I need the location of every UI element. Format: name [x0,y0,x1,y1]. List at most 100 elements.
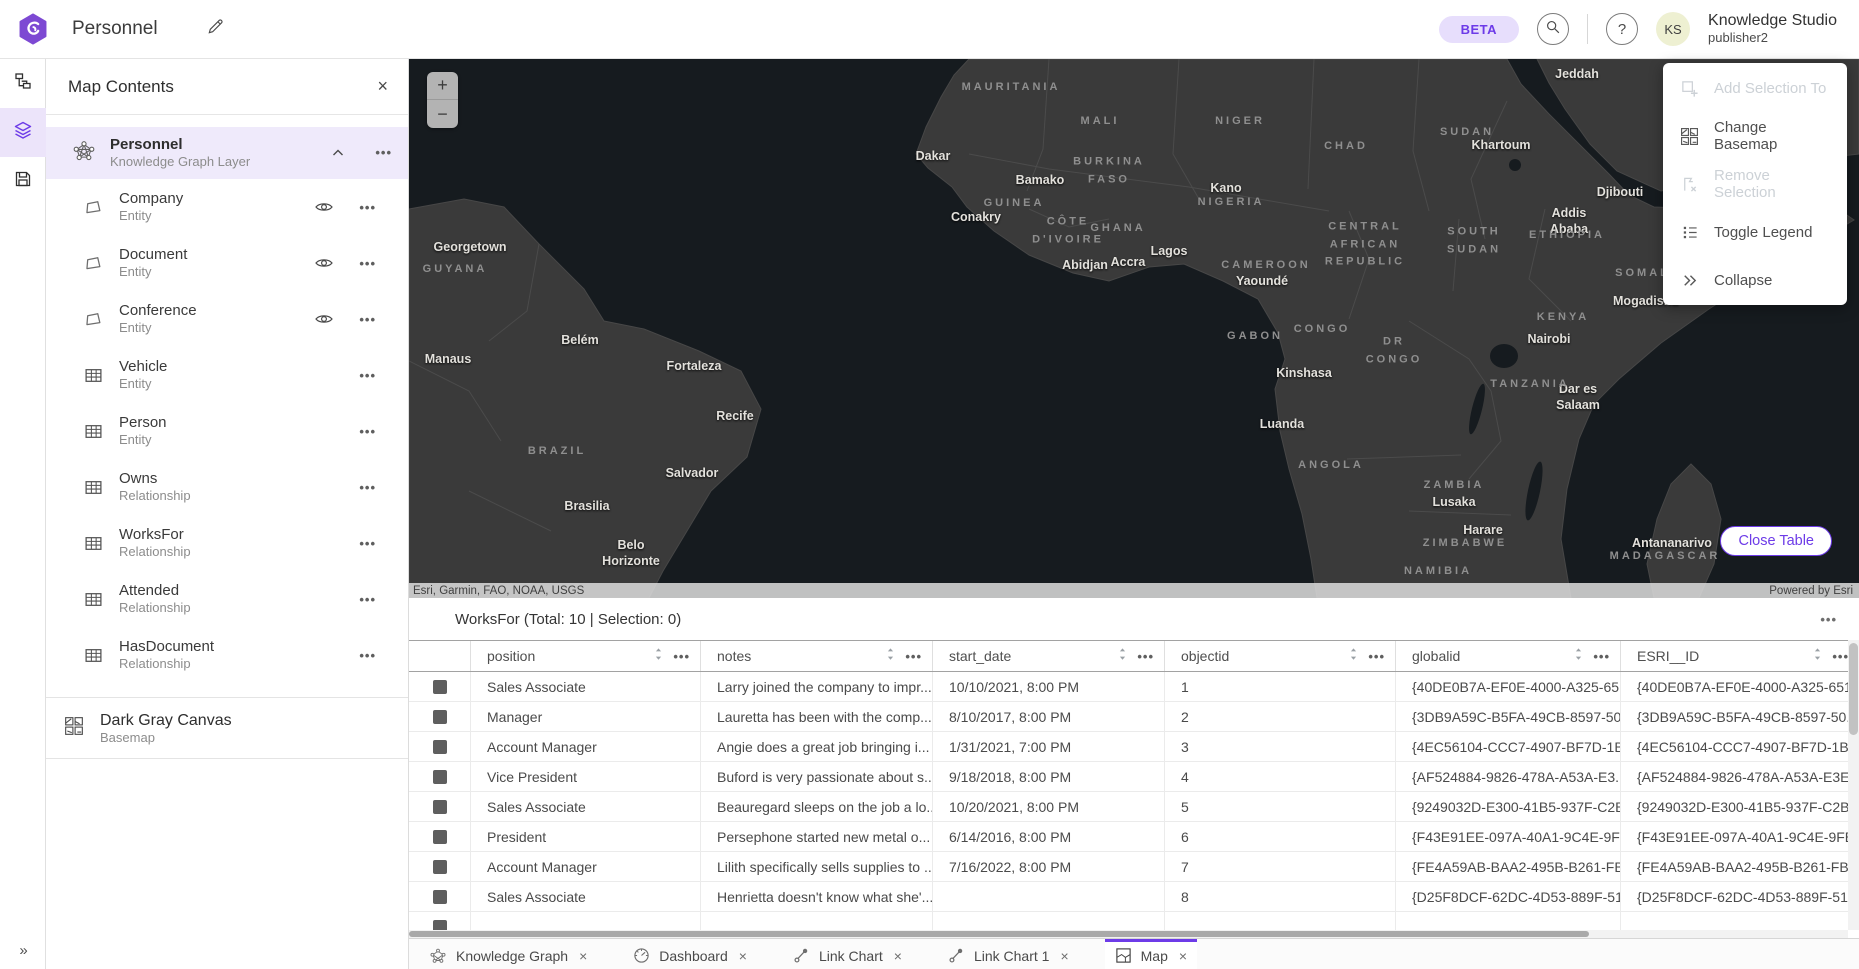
tab-knowledge-graph[interactable]: Knowledge Graph × [419,939,597,969]
table-row[interactable]: Manager Lauretta has been with the comp.… [409,702,1859,732]
row-checkbox[interactable] [433,890,447,904]
expand-rail-button[interactable]: » [0,935,46,965]
row-checkbox[interactable] [433,860,447,874]
account-name: Knowledge Studio [1708,12,1837,30]
layer-row-conference[interactable]: Conference Entity ••• [46,291,408,347]
menu-item-label: Change Basemap [1714,119,1830,153]
column-menu-icon[interactable]: ••• [1137,649,1154,664]
table-menu-icon[interactable]: ••• [1820,612,1837,627]
sort-icon[interactable] [1574,647,1583,666]
knowledge-studio-logo-icon[interactable] [16,12,50,46]
vertical-scrollbar[interactable] [1848,640,1859,930]
sort-icon[interactable] [1349,647,1358,666]
table-row[interactable]: Account Manager Lilith specifically sell… [409,852,1859,882]
row-checkbox[interactable] [433,740,447,754]
close-icon[interactable]: × [739,948,747,964]
sort-icon[interactable] [1118,647,1127,666]
sort-icon[interactable] [1813,647,1822,666]
table-row[interactable]: Sales Associate Beauregard sleeps on the… [409,792,1859,822]
layer-menu-icon[interactable]: ••• [359,648,376,663]
tab-dashboard[interactable]: Dashboard × [623,939,757,969]
zoom-in-button[interactable]: + [427,72,458,100]
data-model-tool[interactable] [0,59,46,108]
close-icon[interactable]: × [1179,948,1187,964]
edit-title-button[interactable] [206,17,225,41]
save-tool[interactable] [0,157,46,206]
sort-icon[interactable] [654,647,663,666]
table-row[interactable]: Sales Associate Larry joined the company… [409,672,1859,702]
column-menu-icon[interactable]: ••• [1593,649,1610,664]
layer-row-document[interactable]: Document Entity ••• [46,235,408,291]
close-icon[interactable]: × [1060,948,1068,964]
search-button[interactable] [1537,13,1569,45]
help-button[interactable]: ? [1606,13,1638,45]
column-header-position[interactable]: position ••• [470,641,700,671]
scrollbar-thumb[interactable] [409,931,1589,937]
table-row[interactable]: President Persephone started new metal o… [409,822,1859,852]
layer-menu-icon[interactable]: ••• [359,368,376,383]
layer-row-attended[interactable]: Attended Relationship ••• [46,571,408,627]
row-checkbox[interactable] [433,800,447,814]
layer-row-person[interactable]: Person Entity ••• [46,403,408,459]
account-info[interactable]: Knowledge Studio publisher2 [1708,12,1837,45]
layer-menu-icon[interactable]: ••• [359,536,376,551]
eye-icon[interactable] [314,253,334,278]
zoom-out-button[interactable]: − [427,100,458,128]
table-row[interactable]: Vice President Buford is very passionate… [409,762,1859,792]
close-icon[interactable]: × [894,948,902,964]
layer-menu-icon[interactable]: ••• [359,480,376,495]
tab-link-chart[interactable]: Link Chart × [783,939,912,969]
column-menu-icon[interactable]: ••• [1368,649,1385,664]
row-checkbox[interactable] [433,770,447,784]
tab-map[interactable]: Map × [1105,939,1197,969]
table-row[interactable]: Account Manager Angie does a great job b… [409,732,1859,762]
layer-menu-icon[interactable]: ••• [359,312,376,327]
basemap-name: Dark Gray Canvas [100,711,232,730]
group-name: Personnel [110,136,250,154]
layer-row-vehicle[interactable]: Vehicle Entity ••• [46,347,408,403]
close-table-button[interactable]: Close Table [1720,526,1832,556]
column-header-esri__id[interactable]: ESRI__ID ••• [1620,641,1859,671]
page-title: Personnel [72,18,158,40]
column-menu-icon[interactable]: ••• [1832,649,1849,664]
layers-tool[interactable] [0,108,46,157]
layer-row-owns[interactable]: Owns Relationship ••• [46,459,408,515]
layer-row-company[interactable]: Company Entity ••• [46,179,408,235]
tab-link-chart-1[interactable]: Link Chart 1 × [938,939,1079,969]
column-header-notes[interactable]: notes ••• [700,641,932,671]
horizontal-scrollbar[interactable] [409,930,1848,938]
row-checkbox[interactable] [433,680,447,694]
layer-type: Relationship [119,656,214,672]
layer-menu-icon[interactable]: ••• [359,256,376,271]
layers-icon [12,119,34,146]
eye-icon[interactable] [314,309,334,334]
table-row[interactable]: Sales Associate Henrietta doesn't know w… [409,882,1859,912]
column-header-globalid[interactable]: globalid ••• [1395,641,1620,671]
eye-icon[interactable] [314,197,334,222]
layer-row-worksfor[interactable]: WorksFor Relationship ••• [46,515,408,571]
menu-item-change-basemap[interactable]: Change Basemap [1663,112,1847,160]
close-icon[interactable]: × [377,76,388,97]
map-view[interactable]: JeddahDakarBamakoConakryKanoKhartoumDjib… [409,59,1859,598]
menu-item-toggle-legend[interactable]: Toggle Legend [1663,208,1847,256]
layer-menu-icon[interactable]: ••• [359,424,376,439]
close-icon[interactable]: × [579,948,587,964]
row-checkbox[interactable] [433,830,447,844]
layer-menu-icon[interactable]: ••• [359,200,376,215]
layer-menu-icon[interactable]: ••• [359,592,376,607]
row-checkbox[interactable] [433,710,447,724]
avatar[interactable]: KS [1656,12,1690,46]
chevron-up-icon[interactable] [330,145,346,166]
layer-row-hasdocument[interactable]: HasDocument Relationship ••• [46,627,408,683]
column-menu-icon[interactable]: ••• [905,649,922,664]
group-menu-icon[interactable]: ••• [375,145,392,160]
column-menu-icon[interactable]: ••• [673,649,690,664]
column-header-objectid[interactable]: objectid ••• [1164,641,1395,671]
menu-item-collapse[interactable]: Collapse [1663,256,1847,304]
sort-icon[interactable] [886,647,895,666]
basemap-row[interactable]: Dark Gray Canvas Basemap [46,697,408,759]
layer-group-personnel[interactable]: Personnel Knowledge Graph Layer ••• [46,127,408,179]
cell-position: Sales Associate [470,792,700,821]
scrollbar-thumb[interactable] [1849,643,1858,735]
column-header-start_date[interactable]: start_date ••• [932,641,1164,671]
